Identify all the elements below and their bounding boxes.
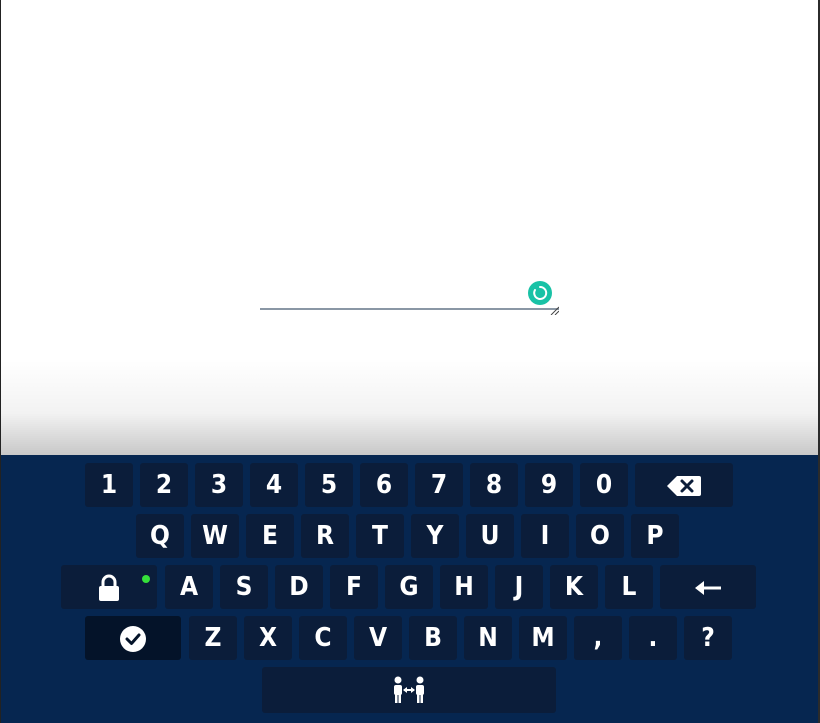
- key-question[interactable]: ?: [684, 616, 732, 660]
- key-m[interactable]: M: [519, 616, 567, 660]
- key-6[interactable]: 6: [360, 463, 408, 507]
- key-w[interactable]: W: [191, 514, 239, 558]
- keyboard-shadow: [1, 360, 818, 456]
- key-f[interactable]: F: [330, 565, 378, 609]
- key-z[interactable]: Z: [189, 616, 237, 660]
- on-screen-keyboard: 1 2 3 4 5 6 7 8 9 0 Q W E R T Y U I O P …: [1, 455, 818, 723]
- key-o[interactable]: O: [576, 514, 624, 558]
- key-5[interactable]: 5: [305, 463, 353, 507]
- key-i[interactable]: I: [521, 514, 569, 558]
- key-y[interactable]: Y: [411, 514, 459, 558]
- key-c[interactable]: C: [299, 616, 347, 660]
- space-key[interactable]: [262, 667, 556, 713]
- key-l[interactable]: L: [605, 565, 653, 609]
- key-n[interactable]: N: [464, 616, 512, 660]
- checkmark-icon: [120, 625, 146, 652]
- key-e[interactable]: E: [246, 514, 294, 558]
- backspace-icon: [667, 475, 701, 496]
- key-period[interactable]: .: [629, 616, 677, 660]
- key-p[interactable]: P: [631, 514, 679, 558]
- key-8[interactable]: 8: [470, 463, 518, 507]
- lock-icon: [99, 574, 119, 601]
- key-x[interactable]: X: [244, 616, 292, 660]
- key-t[interactable]: T: [356, 514, 404, 558]
- caps-lock-indicator: [142, 575, 150, 583]
- key-9[interactable]: 9: [525, 463, 573, 507]
- key-u[interactable]: U: [466, 514, 514, 558]
- key-comma[interactable]: ,: [574, 616, 622, 660]
- key-k[interactable]: K: [550, 565, 598, 609]
- key-3[interactable]: 3: [195, 463, 243, 507]
- enter-key[interactable]: [660, 565, 756, 609]
- key-1[interactable]: 1: [85, 463, 133, 507]
- key-d[interactable]: D: [275, 565, 323, 609]
- key-a[interactable]: A: [165, 565, 213, 609]
- enter-arrow-icon: [695, 580, 721, 595]
- key-4[interactable]: 4: [250, 463, 298, 507]
- caps-lock-key[interactable]: [61, 565, 157, 609]
- key-h[interactable]: H: [440, 565, 488, 609]
- key-q[interactable]: Q: [136, 514, 184, 558]
- key-2[interactable]: 2: [140, 463, 188, 507]
- key-s[interactable]: S: [220, 565, 268, 609]
- key-7[interactable]: 7: [415, 463, 463, 507]
- key-r[interactable]: R: [301, 514, 349, 558]
- resize-grip-icon[interactable]: [549, 300, 560, 316]
- key-v[interactable]: V: [354, 616, 402, 660]
- key-b[interactable]: B: [409, 616, 457, 660]
- key-0[interactable]: 0: [580, 463, 628, 507]
- text-input-area[interactable]: [260, 276, 559, 310]
- key-j[interactable]: J: [495, 565, 543, 609]
- key-g[interactable]: G: [385, 565, 433, 609]
- swap-users-icon: [394, 676, 424, 703]
- backspace-key[interactable]: [635, 463, 733, 507]
- accept-key[interactable]: [85, 616, 181, 660]
